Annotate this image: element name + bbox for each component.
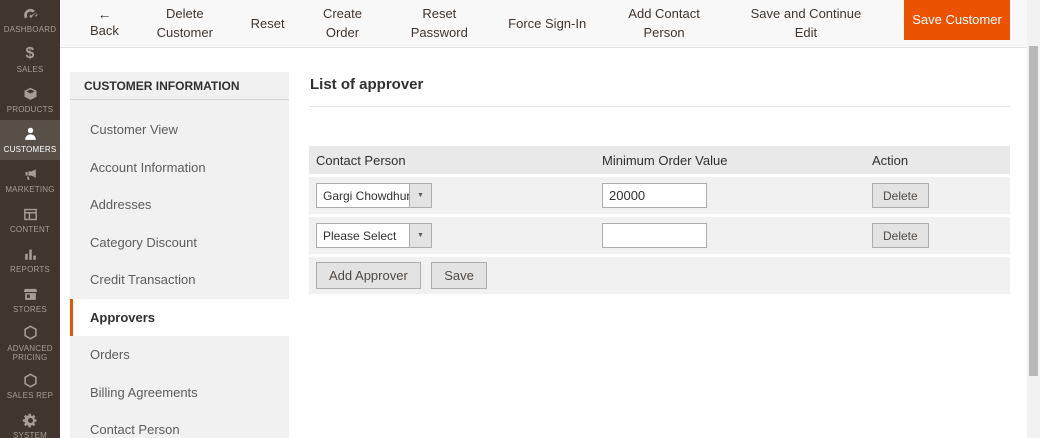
table-row: Gargi Chowdhury ▼ Delete xyxy=(309,177,1010,214)
minimum-order-value-input[interactable] xyxy=(602,183,707,208)
nav-item-approvers[interactable]: Approvers xyxy=(70,298,289,336)
products-icon xyxy=(21,85,39,103)
reset-button[interactable]: Reset xyxy=(251,15,285,34)
vertical-scrollbar[interactable] xyxy=(1027,0,1040,438)
stores-icon xyxy=(21,285,39,303)
sales-icon: $ xyxy=(25,45,35,63)
sidebar-item-sales-rep[interactable]: SALES REP xyxy=(0,366,60,406)
nav-item-customer-view[interactable]: Customer View xyxy=(70,111,289,149)
sidebar-item-sales[interactable]: $ SALES xyxy=(0,40,60,80)
delete-button[interactable]: Delete xyxy=(872,183,929,208)
create-order-button[interactable]: Create Order xyxy=(314,5,370,43)
delete-customer-button[interactable]: Delete Customer xyxy=(149,5,221,43)
sidebar-item-products[interactable]: PRODUCTS xyxy=(0,80,60,120)
nav-item-category-discount[interactable]: Category Discount xyxy=(70,224,289,262)
sidebar-item-reports[interactable]: REPORTS xyxy=(0,240,60,280)
save-and-continue-button[interactable]: Save and Continue Edit xyxy=(742,5,870,43)
scrollbar-thumb[interactable] xyxy=(1029,46,1038,376)
back-button[interactable]: ← Back xyxy=(90,5,119,41)
magento-admin-page: DASHBOARD $ SALES PRODUCTS CUSTOMERS MAR… xyxy=(0,0,1040,438)
customer-information-panel: CUSTOMER INFORMATION Customer View Accou… xyxy=(70,72,289,438)
sidebar-item-label: ADVANCED PRICING xyxy=(7,343,53,362)
save-button[interactable]: Save xyxy=(431,262,487,289)
sidebar-item-system[interactable]: SYSTEM xyxy=(0,406,60,438)
advanced-pricing-icon xyxy=(21,324,39,342)
table-row: Please Select ▼ Delete xyxy=(309,217,1010,254)
page-actions-toolbar: ← Back Delete Customer Reset Create Orde… xyxy=(60,0,1040,48)
column-header-action: Action xyxy=(872,152,909,168)
column-header-minimum-order-value: Minimum Order Value xyxy=(602,152,728,168)
add-approver-button[interactable]: Add Approver xyxy=(316,262,421,289)
contact-person-select[interactable]: Gargi Chowdhury ▼ xyxy=(316,183,432,208)
reports-icon xyxy=(21,245,39,263)
sidebar-item-label: CONTENT xyxy=(9,225,51,235)
force-sign-in-button[interactable]: Force Sign-In xyxy=(508,15,586,34)
sidebar-item-label: STORES xyxy=(13,305,47,315)
sidebar-item-label: PRODUCTS xyxy=(6,105,54,115)
reset-password-button[interactable]: Reset Password xyxy=(400,5,478,43)
nav-item-account-information[interactable]: Account Information xyxy=(70,149,289,187)
nav-item-credit-transaction[interactable]: Credit Transaction xyxy=(70,261,289,299)
dashboard-icon xyxy=(21,5,39,23)
nav-item-contact-person[interactable]: Contact Person xyxy=(70,411,289,438)
sidebar-item-stores[interactable]: STORES xyxy=(0,280,60,320)
sidebar-item-label: CUSTOMERS xyxy=(3,145,57,155)
chevron-down-icon: ▼ xyxy=(409,224,431,247)
delete-button[interactable]: Delete xyxy=(872,223,929,248)
nav-item-billing-agreements[interactable]: Billing Agreements xyxy=(70,374,289,412)
minimum-order-value-input[interactable] xyxy=(602,223,707,248)
content-icon xyxy=(21,205,39,223)
page-title: List of approver xyxy=(309,72,1010,107)
table-footer-row: Add Approver Save xyxy=(309,257,1010,294)
sidebar-item-content[interactable]: CONTENT xyxy=(0,200,60,240)
sidebar-item-dashboard[interactable]: DASHBOARD xyxy=(0,0,60,40)
chevron-down-icon: ▼ xyxy=(409,184,431,207)
contact-person-select[interactable]: Please Select ▼ xyxy=(316,223,432,248)
sidebar-item-label: MARKETING xyxy=(5,185,55,195)
sidebar-item-label: REPORTS xyxy=(10,265,50,275)
table-header-row: Contact Person Minimum Order Value Actio… xyxy=(309,146,1010,174)
nav-item-orders[interactable]: Orders xyxy=(70,336,289,374)
system-icon xyxy=(21,411,39,429)
sidebar-item-label: SYSTEM xyxy=(12,431,48,438)
save-customer-button[interactable]: Save Customer xyxy=(904,0,1010,40)
sidebar-item-advanced-pricing[interactable]: ADVANCED PRICING xyxy=(0,320,60,366)
sidebar-item-marketing[interactable]: MARKETING xyxy=(0,160,60,200)
admin-sidebar: DASHBOARD $ SALES PRODUCTS CUSTOMERS MAR… xyxy=(0,0,60,438)
sidebar-item-customers[interactable]: CUSTOMERS xyxy=(0,120,60,160)
sidebar-item-label: DASHBOARD xyxy=(3,25,57,35)
column-header-contact-person: Contact Person xyxy=(316,152,406,168)
back-arrow-icon: ← xyxy=(97,5,112,22)
sidebar-item-label: SALES xyxy=(16,65,44,75)
customers-icon xyxy=(21,125,39,143)
marketing-icon xyxy=(21,165,39,183)
approver-table: Contact Person Minimum Order Value Actio… xyxy=(309,146,1010,294)
select-value: Gargi Chowdhury xyxy=(323,188,409,203)
approvers-content: List of approver Contact Person Minimum … xyxy=(309,72,1010,294)
sales-rep-icon xyxy=(21,371,39,389)
sidebar-item-label: SALES REP xyxy=(6,391,54,401)
select-value: Please Select xyxy=(323,228,397,243)
panel-title: CUSTOMER INFORMATION xyxy=(70,72,289,100)
add-contact-person-button[interactable]: Add Contact Person xyxy=(616,5,712,43)
nav-item-addresses[interactable]: Addresses xyxy=(70,186,289,224)
panel-nav-list: Customer View Account Information Addres… xyxy=(70,111,289,438)
